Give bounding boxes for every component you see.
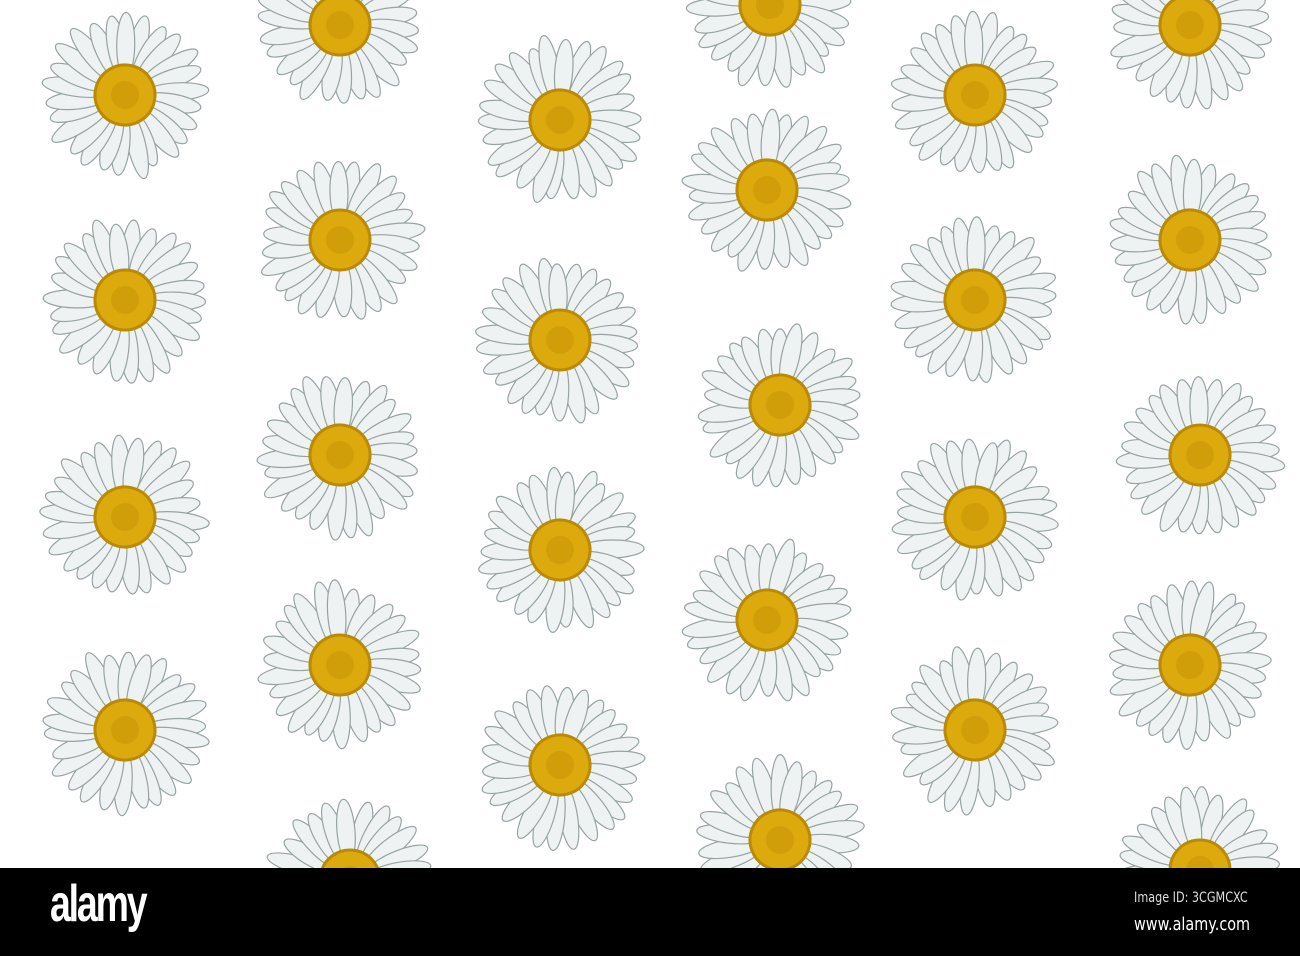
daisy-flower [256, 376, 418, 541]
daisy-flower [1115, 786, 1280, 868]
daisy-flower [41, 11, 210, 180]
daisy-flower [266, 798, 432, 868]
daisy-flower [257, 579, 422, 750]
daisy-flower [890, 646, 1059, 816]
daisy-flower [42, 651, 210, 817]
daisy-photo [0, 0, 1300, 868]
daisy-flower [261, 160, 426, 320]
daisy-flower [697, 323, 861, 488]
daisy-flower [1115, 376, 1286, 535]
site-url: www.alamy.com [1133, 914, 1250, 935]
daisy-flower [477, 35, 642, 203]
daisy-flower [681, 538, 852, 702]
daisy-flower [890, 10, 1058, 174]
daisy-flower [481, 685, 646, 851]
watermark-bar: alamy Image ID: 3CGMCXC www.alamy.com [0, 868, 1300, 956]
daisy-flower [257, 0, 419, 104]
daisy-flower [1109, 580, 1272, 750]
daisy-flower [1110, 0, 1272, 110]
daisy-flower [891, 438, 1059, 601]
image-id: Image ID: 3CGMCXC [1133, 890, 1248, 906]
alamy-logo: alamy [50, 875, 148, 933]
image-meta: Image ID: 3CGMCXC www.alamy.com [1134, 890, 1250, 935]
daisy-flower [681, 108, 852, 272]
daisy-flower [475, 258, 639, 424]
daisy-flower [478, 467, 645, 633]
daisy-flower [685, 0, 852, 88]
daisy-flower [39, 434, 210, 595]
daisy-flower [696, 754, 865, 868]
daisy-flower [1109, 154, 1272, 325]
daisy-flower [890, 216, 1057, 383]
daisy-flower [42, 219, 207, 384]
